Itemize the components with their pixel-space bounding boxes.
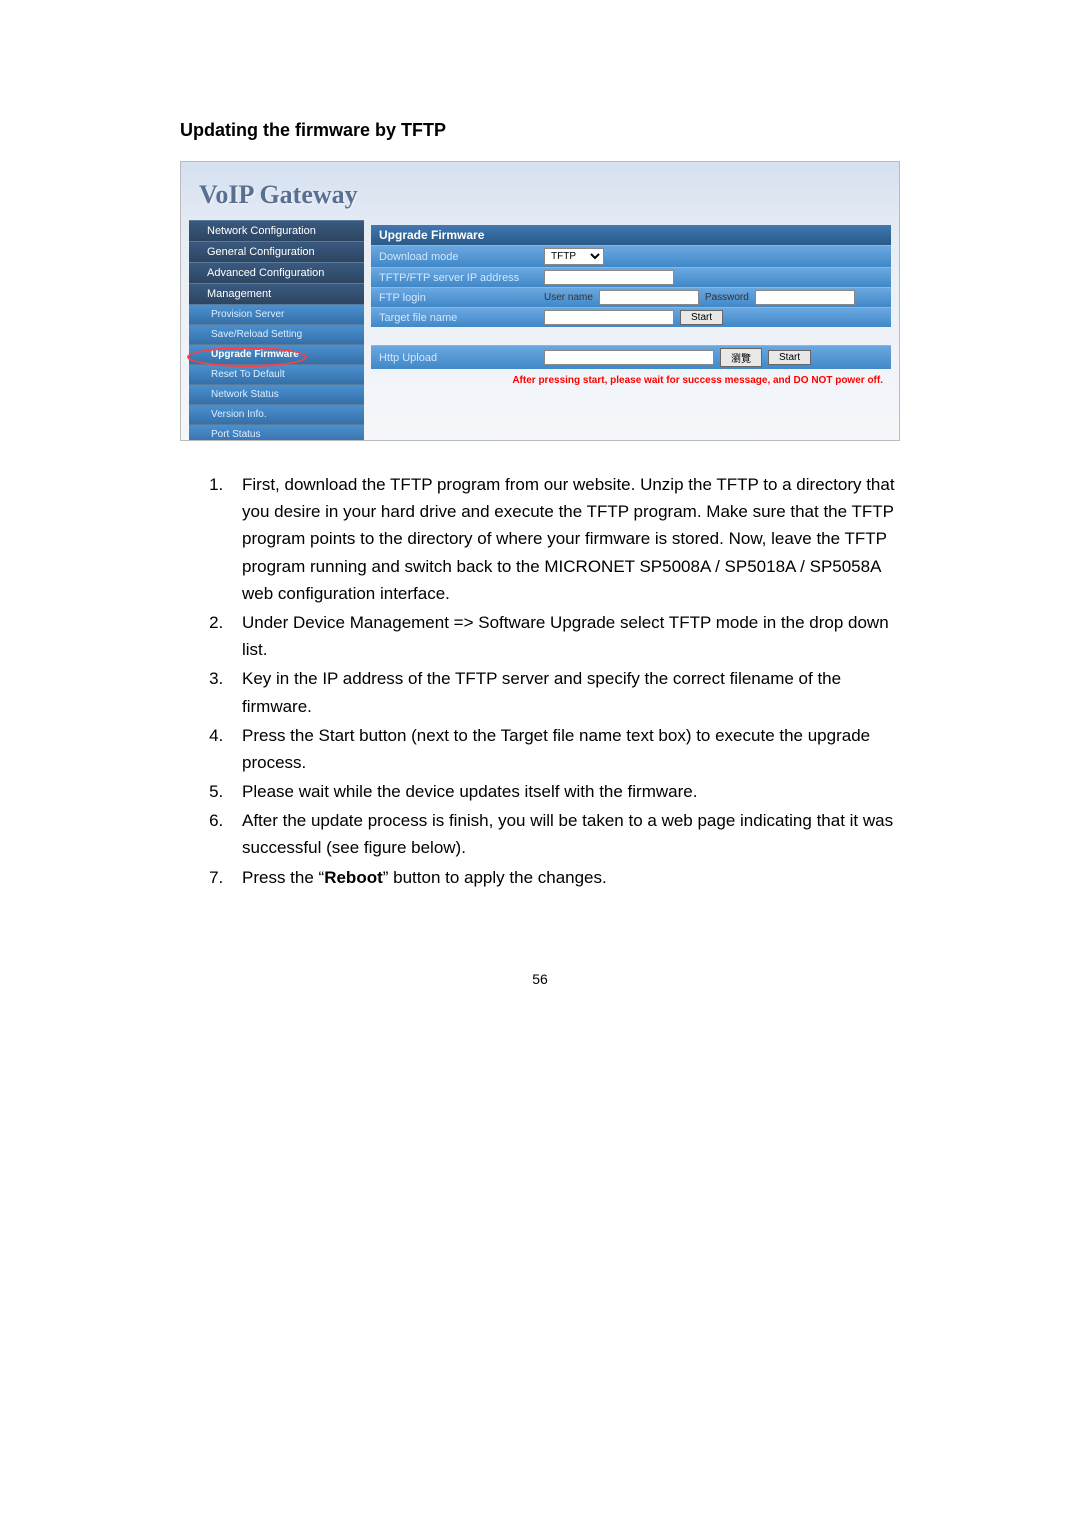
instruction-item: Please wait while the device updates its… bbox=[228, 778, 900, 805]
server-ip-input[interactable] bbox=[544, 270, 674, 285]
nav-management[interactable]: Management bbox=[189, 283, 364, 304]
http-start-button[interactable]: Start bbox=[768, 350, 811, 365]
user-name-label: User name bbox=[544, 292, 593, 303]
password-input[interactable] bbox=[755, 290, 855, 305]
row-download-mode: Download mode TFTP bbox=[371, 245, 891, 267]
nav-network-config[interactable]: Network Configuration bbox=[189, 220, 364, 241]
http-upload-input[interactable] bbox=[544, 350, 714, 365]
server-ip-label: TFTP/FTP server IP address bbox=[379, 272, 544, 284]
row-ftp-login: FTP login User name Password bbox=[371, 287, 891, 307]
instruction-item: Press the Start button (next to the Targ… bbox=[228, 722, 900, 776]
nav-general-config[interactable]: General Configuration bbox=[189, 241, 364, 262]
section-title: Updating the firmware by TFTP bbox=[180, 120, 900, 141]
start-button[interactable]: Start bbox=[680, 310, 723, 325]
ftp-login-label: FTP login bbox=[379, 292, 544, 304]
row-http-upload: Http Upload 瀏覽 Start bbox=[371, 345, 891, 369]
panel-divider bbox=[371, 327, 891, 345]
instruction-item: Key in the IP address of the TFTP server… bbox=[228, 665, 900, 719]
nav-version-info[interactable]: Version Info. bbox=[189, 404, 364, 424]
page-number: 56 bbox=[180, 971, 900, 987]
nav-provision-server[interactable]: Provision Server bbox=[189, 304, 364, 324]
warning-text: After pressing start, please wait for su… bbox=[371, 369, 891, 392]
app-title: VoIP Gateway bbox=[199, 180, 358, 210]
download-mode-select[interactable]: TFTP bbox=[544, 248, 604, 265]
nav-advanced-config[interactable]: Advanced Configuration bbox=[189, 262, 364, 283]
instructions-block: First, download the TFTP program from ou… bbox=[180, 471, 900, 891]
target-file-input[interactable] bbox=[544, 310, 674, 325]
instruction-item: Under Device Management => Software Upgr… bbox=[228, 609, 900, 663]
download-mode-label: Download mode bbox=[379, 251, 544, 263]
nav-upgrade-firmware[interactable]: Upgrade Firmware bbox=[189, 344, 364, 364]
nav-port-status[interactable]: Port Status bbox=[189, 424, 364, 441]
nav-reset-default[interactable]: Reset To Default bbox=[189, 364, 364, 384]
instruction-last-suffix: ” button to apply the changes. bbox=[383, 868, 607, 887]
row-server-ip: TFTP/FTP server IP address bbox=[371, 267, 891, 287]
http-upload-label: Http Upload bbox=[379, 352, 544, 364]
instruction-item: First, download the TFTP program from ou… bbox=[228, 471, 900, 607]
nav-network-status[interactable]: Network Status bbox=[189, 384, 364, 404]
instruction-item-last: Press the “Reboot” button to apply the c… bbox=[228, 864, 900, 891]
browse-button[interactable]: 瀏覽 bbox=[720, 348, 762, 367]
target-file-label: Target file name bbox=[379, 312, 544, 324]
instruction-item: After the update process is finish, you … bbox=[228, 807, 900, 861]
reboot-bold: Reboot bbox=[324, 868, 383, 887]
password-label: Password bbox=[705, 292, 749, 303]
upgrade-panel: Upgrade Firmware Download mode TFTP TFTP… bbox=[371, 225, 891, 392]
firmware-screenshot: VoIP Gateway Network Configuration Gener… bbox=[180, 161, 900, 441]
panel-header: Upgrade Firmware bbox=[371, 225, 891, 245]
instruction-last-prefix: Press the “ bbox=[242, 868, 324, 887]
row-target-file: Target file name Start bbox=[371, 307, 891, 327]
nav-save-reload[interactable]: Save/Reload Setting bbox=[189, 324, 364, 344]
user-name-input[interactable] bbox=[599, 290, 699, 305]
sidebar: Network Configuration General Configurat… bbox=[189, 220, 364, 441]
